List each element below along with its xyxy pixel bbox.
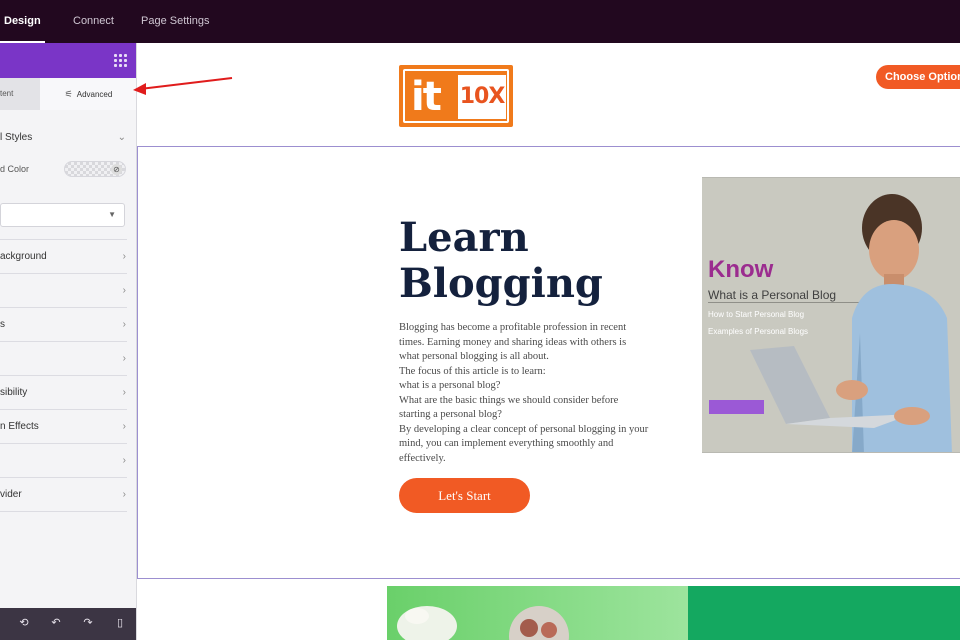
select-field[interactable]: ▼ [0,203,125,227]
chevron-right-icon: › [122,421,126,432]
chevron-right-icon: › [122,285,126,296]
drag-grid-icon[interactable] [114,54,127,67]
divider [0,341,127,342]
row-divider-label: vider [0,489,22,500]
hero-title: Learn Blogging [399,215,679,307]
chevron-right-icon: › [122,353,126,364]
annotation-arrow [133,77,233,95]
body-line: Blogging has become a profitable profess… [399,322,627,333]
body-line: mind, you can implement everything smoot… [399,438,614,449]
row-styles-label: l Styles [0,132,33,143]
logo-text-it: it [411,74,442,120]
body-line: what personal blogging is all about. [399,351,549,362]
row-visibility-label: sibility [0,387,28,398]
tab-design[interactable]: Design [0,0,45,43]
color-picker-swatch[interactable]: ⊘ [64,161,126,177]
row-section-5[interactable]: s › [0,319,128,330]
body-line: By developing a clear concept of persona… [399,423,649,435]
tab-page-settings[interactable]: Page Settings [141,0,210,43]
food-image-strip[interactable] [387,586,688,640]
hero-body-text: Blogging has become a profitable profess… [399,321,684,466]
divider [0,443,127,444]
chevron-down-icon: ⌄ [117,132,126,143]
row-visibility[interactable]: sibility › [0,387,128,398]
divider [0,239,127,240]
mobile-preview-icon[interactable]: ▯ [113,616,127,630]
settings-panel: tent ⚟ Advanced l Styles ⌄ d Color ⊘ ▼ ac… [0,43,137,640]
chevron-right-icon: › [122,251,126,262]
subtab-advanced-label: Advanced [76,90,113,99]
redo-icon[interactable]: ↷ [81,616,95,630]
hero-title-line: Learn [399,214,529,261]
row-background[interactable]: ackground › [0,251,128,262]
divider [0,273,127,274]
chevron-right-icon: › [122,387,126,398]
sliders-icon: ⚟ [64,89,73,99]
choose-option-button[interactable]: Choose Option [876,65,960,89]
panel-header [0,43,136,78]
panel-footer: ⟲ ↶ ↷ ▯ [0,608,136,640]
lets-start-button[interactable]: Let's Start [399,478,530,513]
builder-topbar: Design Connect Page Settings [0,0,960,43]
hero-title-line: Blogging [399,260,603,307]
chevron-right-icon: › [122,319,126,330]
row-color-label: d Color [0,164,30,174]
row-effects[interactable]: n Effects › [0,421,128,432]
chevron-right-icon: › [122,455,126,466]
chevron-right-icon: › [122,489,126,500]
subtab-content[interactable]: tent [0,78,40,110]
man-with-laptop-illustration [750,194,952,452]
eyedropper-icon[interactable]: ⊘ [111,164,122,175]
undo-icon[interactable]: ↶ [49,616,63,630]
tab-connect[interactable]: Connect [73,0,114,43]
history-icon[interactable]: ⟲ [17,616,31,630]
body-line: times. Earning money and sharing ideas w… [399,336,627,348]
subtab-advanced[interactable]: ⚟ Advanced [40,78,136,110]
panel-subtabs: tent ⚟ Advanced [0,78,136,110]
body-line: effectively. [399,452,446,464]
page-canvas: it 10X Choose Option Learn Blogging Blog… [137,43,960,640]
row-styles[interactable]: l Styles ⌄ [0,132,128,143]
food-illustration [397,606,569,640]
row-background-label: ackground [0,251,47,262]
divider [0,375,127,376]
logo-text-10x: 10X [458,75,506,119]
body-line: what is a personal blog? [399,380,501,391]
site-logo[interactable]: it 10X [399,65,513,127]
body-line: The focus of this article is to learn: [399,365,546,377]
row-section-5-label: s [0,319,5,330]
divider [0,511,127,512]
row-effects-label: n Effects [0,421,39,432]
logo-frame: it 10X [403,69,509,123]
green-block [688,586,960,640]
row-divider[interactable]: vider › [0,489,128,500]
hero-image-card[interactable]: Know What is a Personal Blog How to Star… [702,177,960,453]
body-line: starting a personal blog? [399,409,502,420]
divider [0,477,127,478]
body-line: What are the basic things we should cons… [399,394,619,406]
divider [0,409,127,410]
caret-down-icon: ▼ [108,210,116,219]
divider [0,307,127,308]
